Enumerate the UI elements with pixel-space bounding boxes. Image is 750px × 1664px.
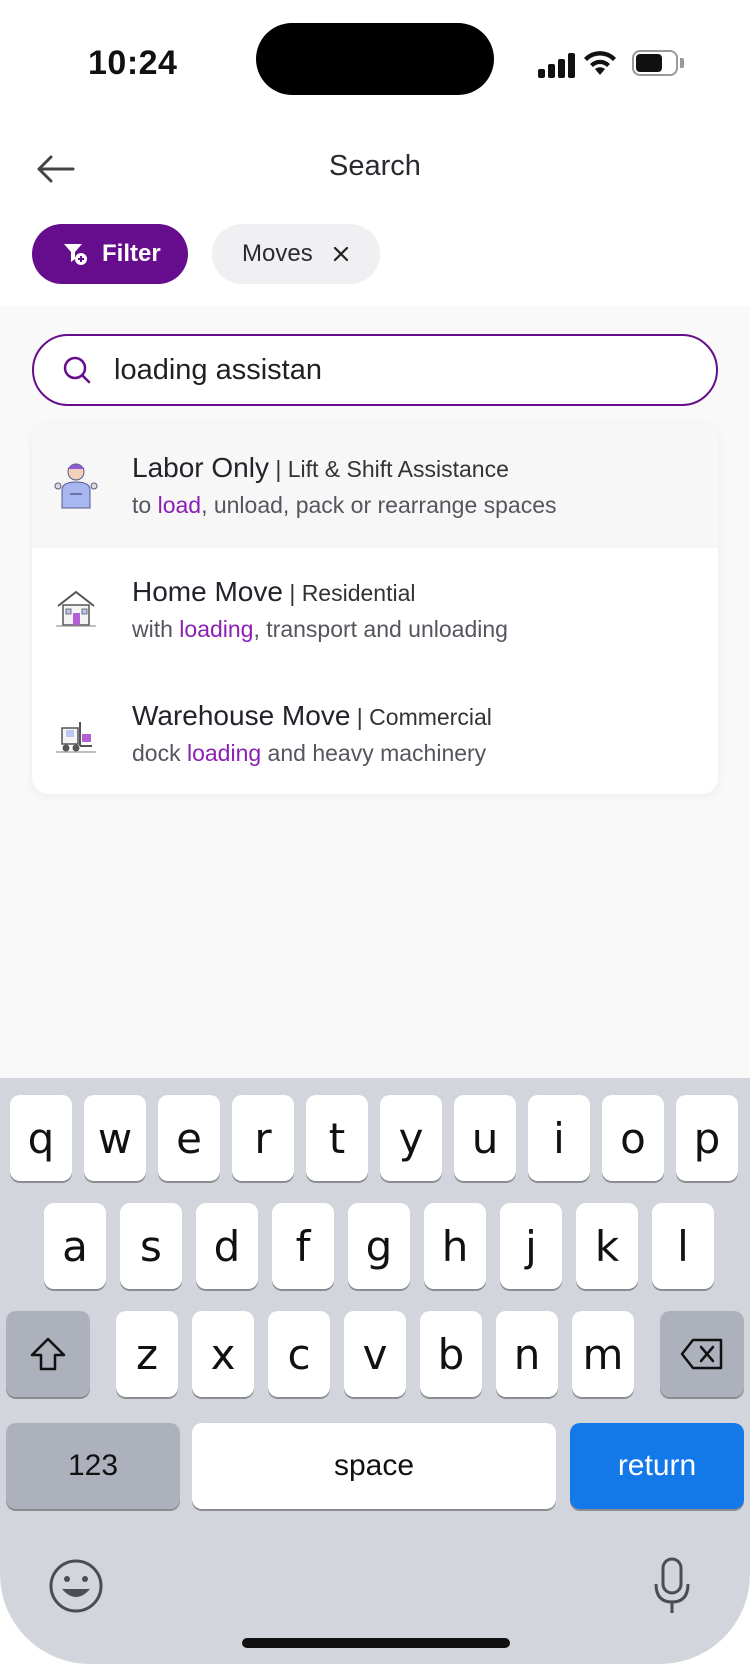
house-icon <box>56 590 96 627</box>
search-content: Labor Only | Lift & Shift Assistance to … <box>0 306 750 1078</box>
close-icon[interactable] <box>331 244 351 264</box>
result-title: Labor Only <box>132 452 269 483</box>
return-key[interactable]: return <box>570 1423 744 1509</box>
moves-chip[interactable]: Moves <box>212 224 380 284</box>
filter-chips: Filter Moves <box>0 222 750 288</box>
microphone-icon[interactable] <box>652 1556 692 1616</box>
desc-highlight: loading <box>179 616 254 642</box>
result-title-line: Warehouse Move | Commercial <box>132 700 492 732</box>
screen: 10:24 Search Filter Moves loading assist… <box>0 0 750 1664</box>
result-title-line: Labor Only | Lift & Shift Assistance <box>132 452 509 484</box>
search-input[interactable] <box>114 353 674 387</box>
key-q[interactable]: q <box>10 1095 72 1181</box>
key-k[interactable]: k <box>576 1203 638 1289</box>
search-results: Labor Only | Lift & Shift Assistance to … <box>32 424 718 794</box>
key-e[interactable]: e <box>158 1095 220 1181</box>
numbers-key[interactable]: 123 <box>6 1423 180 1509</box>
moves-chip-label: Moves <box>242 240 313 267</box>
dynamic-island <box>256 23 494 95</box>
key-j[interactable]: j <box>500 1203 562 1289</box>
wifi-icon <box>584 51 616 75</box>
key-t[interactable]: t <box>306 1095 368 1181</box>
desc-text: and heavy machinery <box>261 740 487 766</box>
backspace-icon <box>680 1338 723 1370</box>
key-i[interactable]: i <box>528 1095 590 1181</box>
status-time: 10:24 <box>88 44 178 82</box>
status-bar: 10:24 <box>0 0 750 120</box>
backspace-key[interactable] <box>660 1311 744 1397</box>
desc-text: , transport and unloading <box>253 616 508 642</box>
key-v[interactable]: v <box>344 1311 406 1397</box>
result-warehouse-move[interactable]: Warehouse Move | Commercial dock loading… <box>32 672 718 794</box>
search-icon <box>63 356 91 384</box>
result-subtitle: | Lift & Shift Assistance <box>268 456 509 482</box>
key-y[interactable]: y <box>380 1095 442 1181</box>
desc-text: to <box>132 492 158 518</box>
key-l[interactable]: l <box>652 1203 714 1289</box>
key-d[interactable]: d <box>196 1203 258 1289</box>
cellular-signal-icon <box>538 52 576 78</box>
key-h[interactable]: h <box>424 1203 486 1289</box>
filter-label: Filter <box>102 240 161 267</box>
result-title: Warehouse Move <box>132 700 351 731</box>
result-title: Home Move <box>132 576 283 607</box>
shift-icon <box>30 1337 66 1371</box>
desc-highlight: loading <box>186 740 262 766</box>
key-p[interactable]: p <box>676 1095 738 1181</box>
emoji-icon[interactable] <box>48 1558 104 1614</box>
space-key[interactable]: space <box>192 1423 556 1509</box>
key-g[interactable]: g <box>348 1203 410 1289</box>
result-labor-only[interactable]: Labor Only | Lift & Shift Assistance to … <box>32 424 718 548</box>
shift-key[interactable] <box>6 1311 90 1397</box>
desc-text: dock <box>132 740 187 766</box>
page-title: Search <box>329 150 421 182</box>
key-x[interactable]: x <box>192 1311 254 1397</box>
home-indicator <box>242 1638 510 1648</box>
result-description: to load, unload, pack or rearrange space… <box>132 492 557 519</box>
key-n[interactable]: n <box>496 1311 558 1397</box>
key-r[interactable]: r <box>232 1095 294 1181</box>
key-f[interactable]: f <box>272 1203 334 1289</box>
result-home-move[interactable]: Home Move | Residential with loading, tr… <box>32 548 718 672</box>
battery-icon <box>632 50 684 76</box>
filter-icon <box>64 244 87 265</box>
key-u[interactable]: u <box>454 1095 516 1181</box>
key-c[interactable]: c <box>268 1311 330 1397</box>
filter-button[interactable]: Filter <box>32 224 188 284</box>
result-title-line: Home Move | Residential <box>132 576 415 608</box>
forklift-icon <box>56 722 96 753</box>
desc-text: , unload, pack or rearrange spaces <box>201 492 557 518</box>
desc-text: with <box>132 616 180 642</box>
result-subtitle: | Residential <box>282 580 416 606</box>
header: Search <box>0 130 750 210</box>
result-description: with loading, transport and unloading <box>132 616 508 643</box>
result-subtitle: | Commercial <box>350 704 492 730</box>
key-a[interactable]: a <box>44 1203 106 1289</box>
desc-highlight: load <box>157 492 202 518</box>
worker-icon <box>54 463 98 509</box>
result-description: dock loading and heavy machinery <box>132 740 486 767</box>
key-z[interactable]: z <box>116 1311 178 1397</box>
key-o[interactable]: o <box>602 1095 664 1181</box>
keyboard: q w e r t y u i o p a s d f g h j k l z … <box>0 1078 750 1664</box>
key-b[interactable]: b <box>420 1311 482 1397</box>
key-m[interactable]: m <box>572 1311 634 1397</box>
key-s[interactable]: s <box>120 1203 182 1289</box>
search-bar[interactable] <box>32 334 718 406</box>
key-w[interactable]: w <box>84 1095 146 1181</box>
